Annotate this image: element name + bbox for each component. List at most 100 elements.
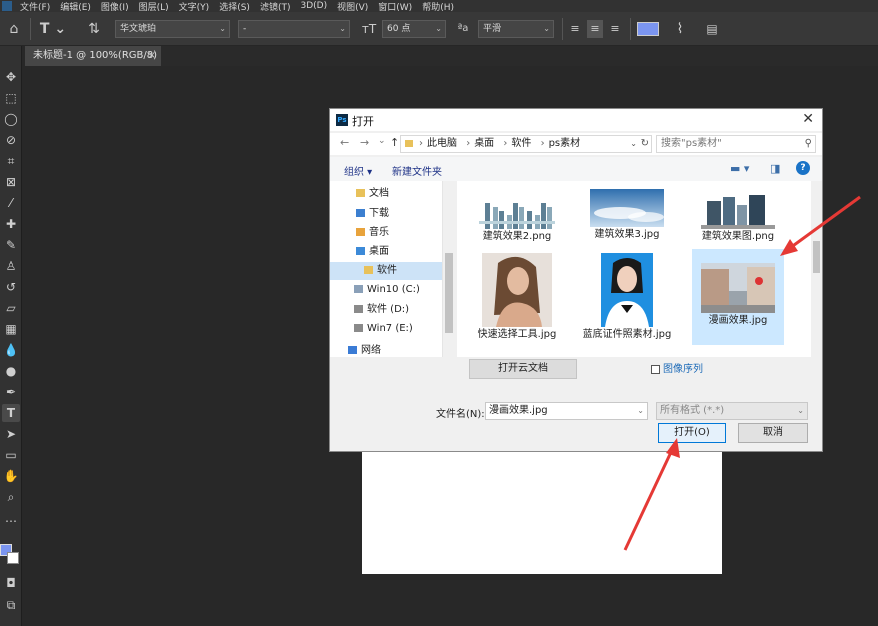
screen-mode-icon[interactable]: ⧉: [2, 596, 20, 614]
nav-item-7[interactable]: Win7 (E:): [354, 320, 413, 338]
rectangle-tool-icon[interactable]: ▭: [2, 446, 20, 464]
open-button[interactable]: 打开(O): [658, 423, 726, 443]
file-name: 建筑效果图.png: [701, 231, 775, 242]
background-color-swatch[interactable]: [7, 552, 19, 564]
eraser-tool-icon[interactable]: ▱: [2, 299, 20, 317]
preview-pane-icon[interactable]: ◨: [770, 162, 780, 175]
file-item[interactable]: 漫画效果.jpg: [692, 249, 784, 345]
path-selection-tool-icon[interactable]: ➤: [2, 425, 20, 443]
close-icon[interactable]: ✕: [802, 111, 814, 127]
address-bar[interactable]: › 此电脑 › 桌面 › 软件 › ps素材 ⌄ ↻: [400, 135, 652, 153]
view-options-icon[interactable]: ▬ ▾: [730, 162, 749, 175]
nav-item-3[interactable]: 桌面: [356, 243, 389, 261]
file-thumbnail: [590, 189, 664, 227]
healing-brush-tool-icon[interactable]: ✚: [2, 215, 20, 233]
dodge-tool-icon[interactable]: ●: [2, 362, 20, 380]
clone-stamp-tool-icon[interactable]: ♙: [2, 257, 20, 275]
nav-item-5[interactable]: Win10 (C:): [354, 281, 420, 299]
close-tab-icon[interactable]: ×: [148, 46, 156, 66]
brush-tool-icon[interactable]: ✎: [2, 236, 20, 254]
font-style-select[interactable]: - ⌄: [238, 20, 350, 38]
menu-file[interactable]: 文件(F): [20, 0, 50, 13]
file-item[interactable]: 快速选择工具.jpg: [471, 253, 563, 341]
text-color-swatch[interactable]: [637, 22, 659, 36]
warp-text-icon[interactable]: ⌇: [670, 20, 690, 38]
font-size-select[interactable]: 60 点 ⌄: [382, 20, 446, 38]
filename-input[interactable]: 漫画效果.jpg ⌄: [485, 402, 648, 420]
menu-edit[interactable]: 编辑(E): [60, 0, 91, 13]
menu-view[interactable]: 视图(V): [337, 0, 368, 13]
nav-item-2[interactable]: 音乐: [356, 224, 389, 242]
image-sequence-checkbox[interactable]: 图像序列: [651, 360, 703, 375]
marquee-tool-icon[interactable]: ⬚: [2, 89, 20, 107]
eyedropper-tool-icon[interactable]: ⁄: [2, 194, 20, 212]
type-tool-preset-icon[interactable]: T ⌄: [38, 20, 68, 38]
blur-tool-icon[interactable]: 💧: [2, 341, 20, 359]
file-list-scrollbar[interactable]: [811, 181, 822, 357]
nav-item-0[interactable]: 文档: [356, 185, 389, 203]
menu-window[interactable]: 窗口(W): [378, 0, 412, 13]
navigation-scrollbar[interactable]: [442, 181, 454, 357]
file-thumbnail: [482, 253, 552, 327]
frame-tool-icon[interactable]: ⊠: [2, 173, 20, 191]
refresh-icon[interactable]: ↻: [641, 136, 649, 152]
document-tab[interactable]: 未标题-1 @ 100%(RGB/8) ×: [25, 46, 161, 66]
forward-arrow-icon[interactable]: →: [360, 136, 369, 149]
organize-menu[interactable]: 组织 ▾: [344, 163, 372, 178]
checkbox-icon[interactable]: [651, 364, 660, 374]
folder-icon: [405, 140, 413, 147]
open-cloud-document-button[interactable]: 打开云文档: [469, 359, 577, 379]
breadcrumb-this-pc[interactable]: 此电脑: [427, 138, 457, 149]
move-tool-icon[interactable]: ✥: [2, 68, 20, 86]
file-item[interactable]: 建筑效果图.png: [692, 189, 784, 243]
address-dropdown-icon[interactable]: ⌄: [630, 136, 637, 152]
menu-filter[interactable]: 滤镜(T): [260, 0, 291, 13]
quick-mask-icon[interactable]: ◘: [2, 574, 20, 592]
menu-3d[interactable]: 3D(D): [300, 1, 327, 11]
menu-image[interactable]: 图像(I): [101, 0, 129, 13]
menu-select[interactable]: 选择(S): [219, 0, 250, 13]
help-icon[interactable]: ?: [796, 161, 810, 175]
type-tool-icon[interactable]: T: [2, 404, 20, 422]
quick-selection-tool-icon[interactable]: ⊘: [2, 131, 20, 149]
hand-tool-icon[interactable]: ✋: [2, 467, 20, 485]
more-tools-icon[interactable]: …: [2, 509, 20, 527]
file-item[interactable]: 蓝底证件照素材.jpg: [581, 253, 673, 341]
menu-layer[interactable]: 图层(L): [139, 0, 169, 13]
zoom-tool-icon[interactable]: ⌕: [2, 488, 20, 506]
back-arrow-icon[interactable]: ←: [340, 136, 349, 149]
nav-item-1[interactable]: 下载: [356, 205, 389, 223]
recent-locations-icon[interactable]: ⌄: [378, 136, 386, 146]
align-left-icon[interactable]: ≡: [567, 20, 583, 38]
search-input[interactable]: 搜索"ps素材" ⚲: [656, 135, 816, 153]
character-panel-icon[interactable]: ▤: [702, 20, 722, 38]
align-center-icon[interactable]: ≡: [587, 20, 603, 38]
nav-item-4[interactable]: 软件: [330, 262, 442, 280]
font-family-select[interactable]: 华文琥珀 ⌄: [115, 20, 230, 38]
lasso-tool-icon[interactable]: ◯: [2, 110, 20, 128]
breadcrumb-desktop[interactable]: 桌面: [474, 138, 494, 149]
nav-item-6[interactable]: 软件 (D:): [354, 301, 409, 319]
antialias-select[interactable]: 平滑 ⌄: [478, 20, 554, 38]
home-icon[interactable]: ⌂: [4, 20, 24, 38]
document-canvas[interactable]: [362, 450, 722, 574]
pen-tool-icon[interactable]: ✒: [2, 383, 20, 401]
align-right-icon[interactable]: ≡: [607, 20, 623, 38]
file-item[interactable]: 建筑效果3.jpg: [581, 189, 673, 241]
crop-tool-icon[interactable]: ⌗: [2, 152, 20, 170]
new-folder-button[interactable]: 新建文件夹: [392, 163, 442, 178]
menu-type[interactable]: 文字(Y): [179, 0, 210, 13]
history-brush-tool-icon[interactable]: ↺: [2, 278, 20, 296]
nav-item-label: 下载: [369, 208, 389, 219]
text-orientation-icon[interactable]: ⇅: [84, 20, 104, 38]
breadcrumb-ps-assets[interactable]: ps素材: [549, 138, 581, 149]
nav-item-8[interactable]: 网络: [348, 342, 381, 360]
file-item[interactable]: 建筑效果2.png: [471, 189, 563, 243]
nav-item-label: 音乐: [369, 227, 389, 238]
breadcrumb-software[interactable]: 软件: [511, 138, 531, 149]
menu-help[interactable]: 帮助(H): [422, 0, 454, 13]
file-type-select[interactable]: 所有格式 (*.*) ⌄: [656, 402, 808, 420]
up-arrow-icon[interactable]: ↑: [390, 136, 399, 149]
cancel-button[interactable]: 取消: [738, 423, 808, 443]
gradient-tool-icon[interactable]: ▦: [2, 320, 20, 338]
